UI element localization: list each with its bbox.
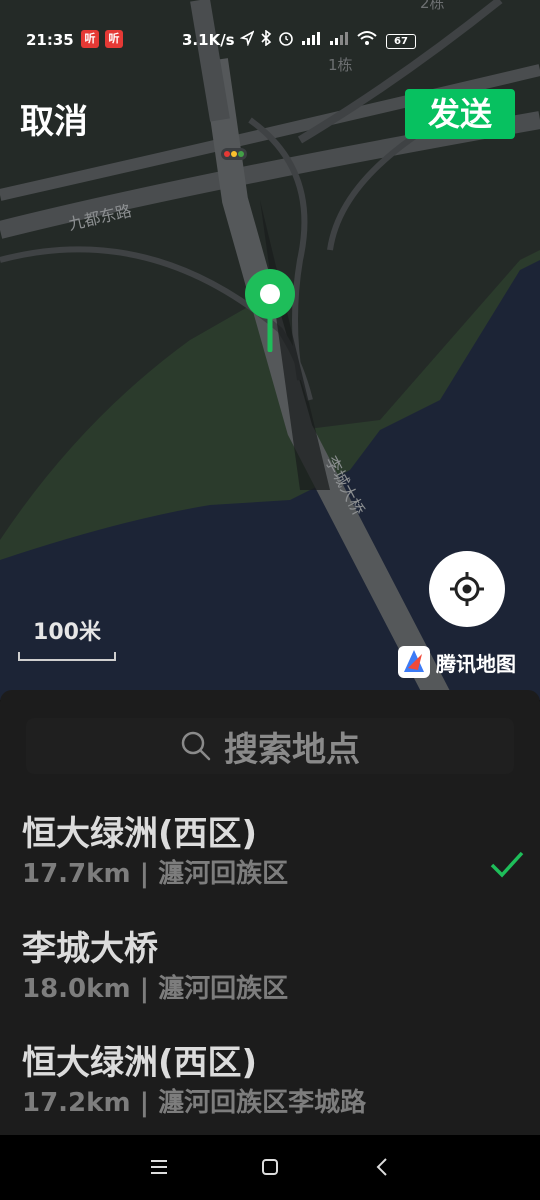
alarm-icon bbox=[279, 32, 293, 46]
cancel-button[interactable]: 取消 bbox=[20, 94, 88, 143]
search-placeholder: 搜索地点 bbox=[224, 729, 360, 770]
result-title: 李城大桥 bbox=[22, 929, 158, 969]
back-icon[interactable] bbox=[368, 1155, 398, 1179]
crosshair-icon bbox=[450, 572, 484, 606]
location-pin-icon bbox=[244, 268, 296, 356]
signal-icon bbox=[330, 32, 348, 45]
network-speed: 3.1K/s bbox=[182, 31, 235, 49]
signal-icon bbox=[302, 32, 320, 45]
battery-indicator: 67 bbox=[386, 34, 416, 49]
locate-me-button[interactable] bbox=[429, 551, 505, 627]
bluetooth-icon bbox=[261, 30, 272, 46]
status-icons bbox=[240, 30, 378, 46]
location-result-item[interactable]: 恒大绿洲(西区) 17.2km | 瀍河回族区李城路 bbox=[22, 1041, 522, 1121]
result-subtitle: 17.2km | 瀍河回族区李城路 bbox=[22, 1088, 367, 1118]
status-time: 21:35 bbox=[26, 31, 74, 49]
map-provider-logo: 腾讯地图 bbox=[398, 646, 516, 678]
provider-name: 腾讯地图 bbox=[436, 651, 516, 676]
system-nav-bar bbox=[0, 1135, 540, 1200]
building-label: 2栋 bbox=[420, 0, 445, 12]
building-label: 1栋 bbox=[328, 56, 353, 74]
location-sheet: 搜索地点 恒大绿洲(西区) 17.7km | 瀍河回族区 李城大桥 18.0km… bbox=[0, 690, 540, 1135]
location-result-item[interactable]: 李城大桥 18.0km | 瀍河回族区 bbox=[22, 927, 522, 1007]
send-button[interactable]: 发送 bbox=[405, 89, 515, 139]
status-bar: 21:35 听 听 3.1K/s 67 bbox=[0, 28, 540, 56]
notification-badge: 听 bbox=[81, 30, 99, 48]
location-arrow-icon bbox=[240, 30, 254, 46]
search-input[interactable]: 搜索地点 bbox=[26, 718, 514, 774]
result-title: 恒大绿洲(西区) bbox=[22, 814, 258, 854]
check-icon bbox=[490, 851, 524, 878]
map-scale: 100米 bbox=[18, 614, 116, 661]
wifi-icon bbox=[357, 31, 377, 45]
scale-label: 100米 bbox=[33, 620, 101, 645]
location-result-item[interactable]: 恒大绿洲(西区) 17.7km | 瀍河回族区 bbox=[22, 812, 524, 892]
result-subtitle: 17.7km | 瀍河回族区 bbox=[22, 859, 289, 889]
scale-bar bbox=[18, 652, 116, 661]
notification-badge: 听 bbox=[105, 30, 123, 48]
menu-icon[interactable] bbox=[144, 1155, 174, 1179]
result-title: 恒大绿洲(西区) bbox=[22, 1043, 258, 1083]
tencent-map-icon bbox=[398, 646, 430, 678]
result-subtitle: 18.0km | 瀍河回族区 bbox=[22, 974, 289, 1004]
home-icon[interactable] bbox=[255, 1155, 285, 1179]
search-icon bbox=[181, 731, 211, 761]
